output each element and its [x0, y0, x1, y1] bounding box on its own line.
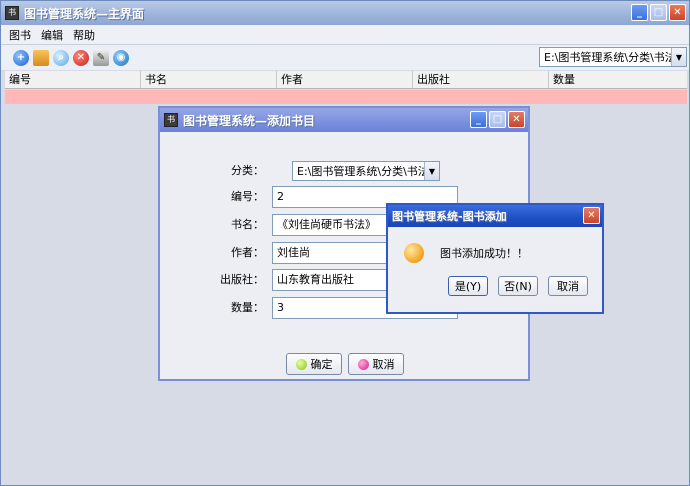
add-dialog-title: 图书管理系统—添加书目: [183, 113, 316, 128]
label-category: 分类：: [231, 164, 264, 177]
add-dialog-titlebar[interactable]: 书 图书管理系统—添加书目 _ □ ✕: [160, 108, 528, 132]
cancel-icon: [357, 358, 369, 370]
open-book-icon[interactable]: [33, 49, 49, 66]
menu-help[interactable]: 帮助: [73, 27, 95, 43]
message-titlebar[interactable]: 图书管理系统-图书添加 ✕: [388, 205, 602, 227]
minimize-button[interactable]: _: [631, 4, 648, 21]
table-header: 编号 书名 作者 出版社 数量: [5, 71, 687, 89]
column-header-author[interactable]: 作者: [277, 71, 413, 88]
cancel-label: 取消: [372, 358, 395, 371]
cancel-button[interactable]: 取消: [348, 353, 404, 375]
confirm-label: 确定: [310, 358, 333, 371]
column-header-publisher[interactable]: 出版社: [413, 71, 549, 88]
edit-icon[interactable]: ✎: [93, 49, 109, 66]
menubar: 图书 编辑 帮助: [1, 25, 689, 44]
message-text: 图书添加成功！！: [440, 247, 528, 260]
dialog-category-select[interactable]: E:\图书管理系统\分类\书法 ▼: [292, 161, 440, 181]
menu-edit[interactable]: 编辑: [41, 27, 63, 43]
main-titlebar[interactable]: 书 图书管理系统—主界面 _ □ ✕: [1, 1, 689, 25]
dialog-category-value: E:\图书管理系统\分类\书法: [297, 165, 424, 178]
table-row[interactable]: [5, 90, 687, 104]
message-cancel-button[interactable]: 取消: [548, 276, 588, 296]
app-icon: 书: [5, 6, 19, 20]
category-select[interactable]: E:\图书管理系统\分类\书法 ▼: [539, 47, 687, 67]
category-select-value: E:\图书管理系统\分类\书法: [544, 51, 671, 64]
maximize-button[interactable]: □: [650, 4, 667, 21]
chevron-down-icon[interactable]: ▼: [671, 48, 686, 66]
menu-book[interactable]: 图书: [9, 27, 31, 43]
label-id: 编号：: [231, 190, 264, 203]
dialog-close-button[interactable]: ✕: [508, 111, 525, 128]
label-author: 作者：: [231, 246, 264, 259]
search-icon[interactable]: ⌕: [53, 49, 69, 66]
info-icon: [404, 243, 424, 263]
column-header-id[interactable]: 编号: [5, 71, 141, 88]
message-close-button[interactable]: ✕: [583, 207, 600, 224]
dialog-maximize-button[interactable]: □: [489, 111, 506, 128]
dialog-minimize-button[interactable]: _: [470, 111, 487, 128]
chevron-down-icon[interactable]: ▼: [424, 162, 439, 180]
message-title: 图书管理系统-图书添加: [392, 210, 507, 223]
no-button[interactable]: 否(N): [498, 276, 538, 296]
add-icon[interactable]: +: [13, 49, 29, 66]
delete-icon[interactable]: ✕: [73, 49, 89, 66]
column-header-title[interactable]: 书名: [141, 71, 277, 88]
main-title: 图书管理系统—主界面: [24, 6, 145, 21]
message-box: 图书管理系统-图书添加 ✕ 图书添加成功！！ 是(Y) 否(N) 取消: [386, 203, 604, 314]
label-title: 书名：: [231, 218, 264, 231]
column-header-quantity[interactable]: 数量: [549, 71, 687, 88]
close-button[interactable]: ✕: [669, 4, 686, 21]
confirm-button[interactable]: 确定: [286, 353, 342, 375]
web-icon[interactable]: ◉: [113, 49, 129, 66]
confirm-icon: [295, 358, 307, 370]
yes-button[interactable]: 是(Y): [448, 276, 488, 296]
label-publisher: 出版社：: [220, 273, 264, 286]
label-quantity: 数量：: [231, 301, 264, 314]
dialog-icon: 书: [164, 113, 178, 127]
